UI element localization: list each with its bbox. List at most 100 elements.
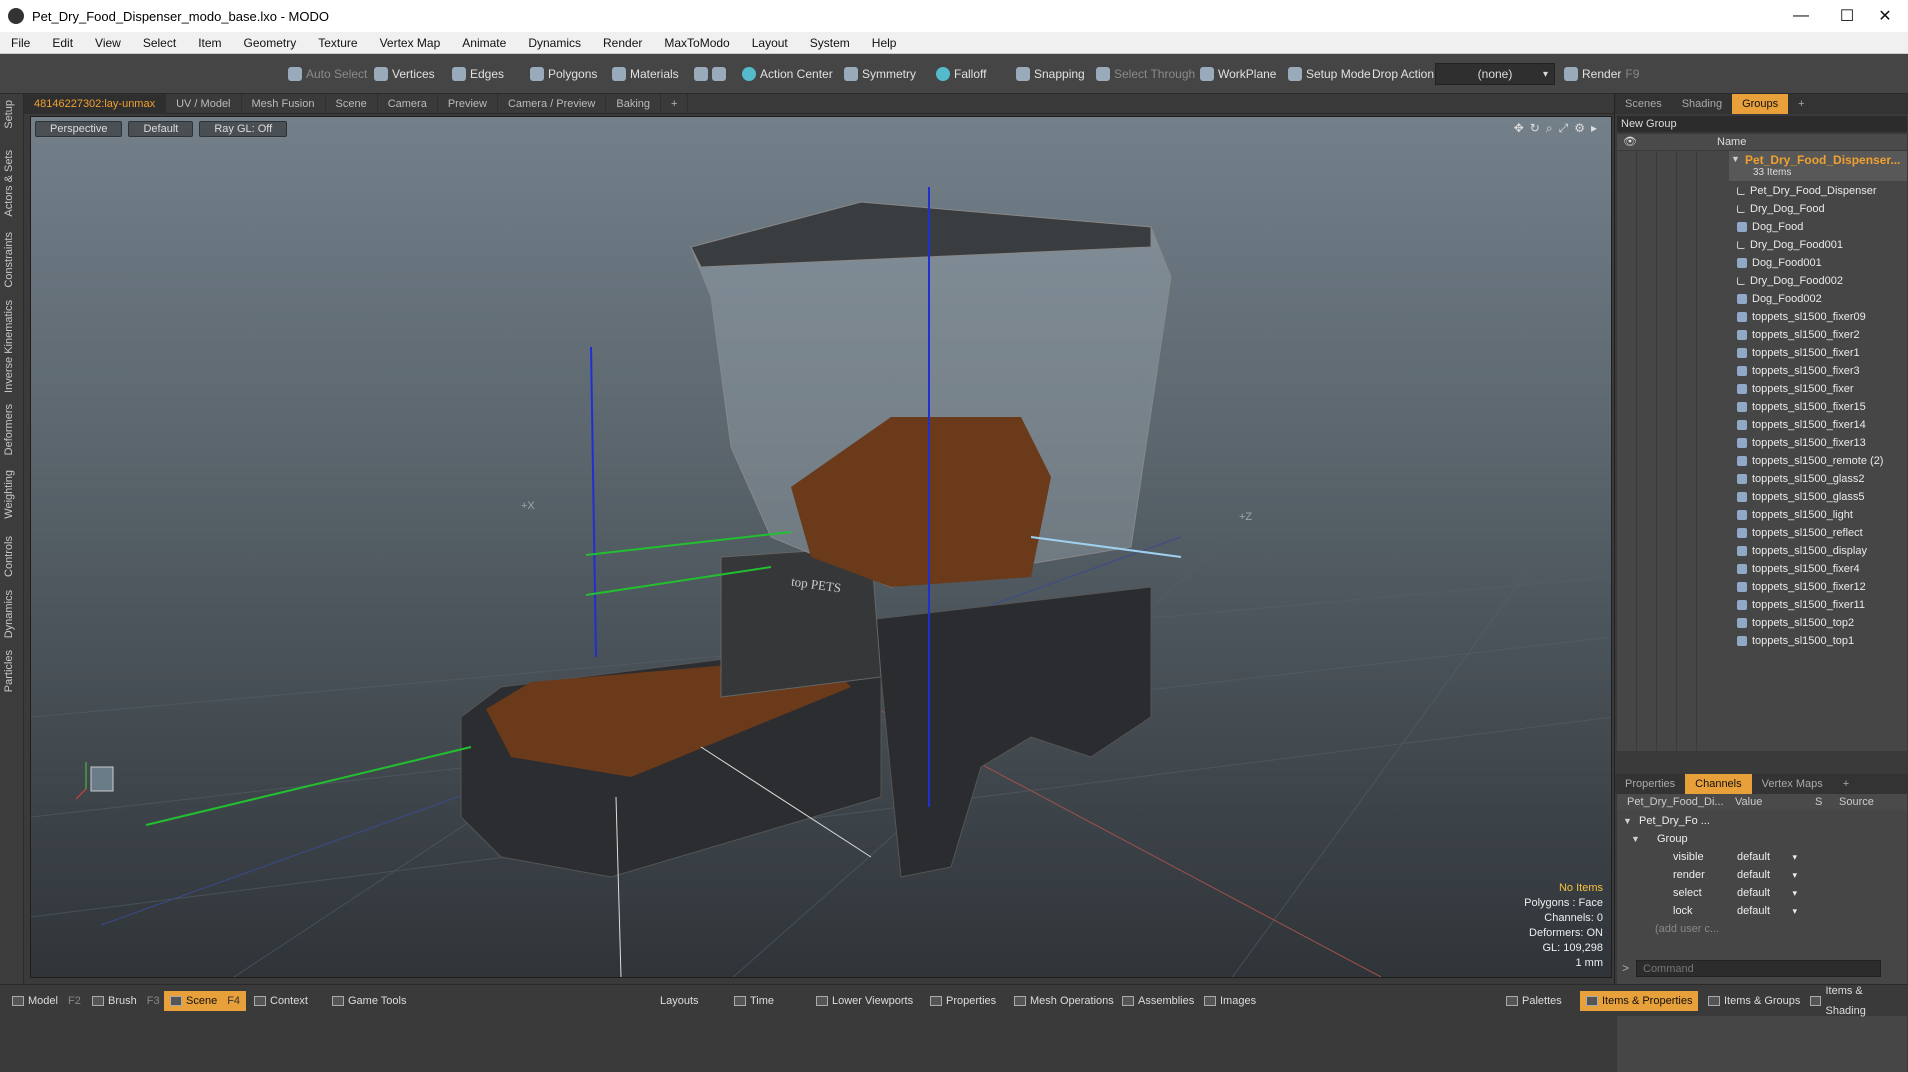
component-mode-button[interactable] — [690, 63, 730, 85]
group-list-item[interactable]: toppets_sl1500_reflect — [1737, 524, 1863, 542]
group-list-item[interactable]: toppets_sl1500_remote (2) — [1737, 452, 1883, 470]
layouts-button[interactable]: Layouts — [654, 991, 705, 1011]
tab-preview[interactable]: Preview — [438, 93, 498, 114]
tab-scenes[interactable]: Scenes — [1615, 94, 1672, 114]
materials-button[interactable]: Materials — [608, 63, 683, 85]
symmetry-button[interactable]: Symmetry — [840, 63, 920, 85]
tab-inverse-kinematics[interactable]: Inverse Kinematics — [3, 300, 15, 393]
channel-row[interactable]: render default — [1617, 866, 1907, 884]
channel-name-column[interactable]: Pet_Dry_Food_Di... — [1627, 794, 1724, 810]
close-button[interactable]: ✕ — [1862, 0, 1908, 32]
add-channel-tab-button[interactable]: + — [1833, 774, 1859, 794]
group-list-item[interactable]: Dry_Dog_Food001 — [1737, 236, 1843, 254]
time-button[interactable]: Time — [728, 991, 780, 1011]
vertices-button[interactable]: Vertices — [370, 63, 439, 85]
model-layout-button[interactable]: Model F2 — [6, 991, 87, 1011]
items-groups-button[interactable]: Items & Groups — [1702, 991, 1806, 1011]
snapping-button[interactable]: Snapping — [1012, 63, 1089, 85]
tab-layout-unmax[interactable]: 48146227302:lay-unmax — [24, 93, 167, 114]
polygons-button[interactable]: Polygons — [526, 63, 601, 85]
menu-select[interactable]: Select — [132, 36, 187, 50]
workplane-button[interactable]: WorkPlane — [1196, 63, 1280, 85]
tab-actors-sets[interactable]: Actors & Sets — [3, 150, 15, 217]
menu-animate[interactable]: Animate — [451, 36, 517, 50]
chevron-right-icon[interactable]: ▸ — [1591, 121, 1597, 136]
group-row-selected[interactable]: ▼ Pet_Dry_Food_Dispenser... 33 Items — [1729, 151, 1907, 181]
group-list-item[interactable]: toppets_sl1500_light — [1737, 506, 1853, 524]
assemblies-button[interactable]: Assemblies — [1116, 991, 1200, 1011]
auto-select-button[interactable]: Auto Select — [284, 63, 371, 85]
add-user-channel[interactable]: (add user c... — [1617, 920, 1907, 938]
menu-render[interactable]: Render — [592, 36, 653, 50]
tab-deformers[interactable]: Deformers — [3, 404, 15, 455]
lower-viewports-button[interactable]: Lower Viewports — [810, 991, 919, 1011]
tab-constraints[interactable]: Constraints — [3, 232, 15, 288]
gear-icon[interactable]: ⚙ — [1574, 121, 1585, 136]
channel-row[interactable]: lock default — [1617, 902, 1907, 920]
tab-setup[interactable]: Setup — [3, 100, 15, 129]
group-list-item[interactable]: toppets_sl1500_fixer11 — [1737, 596, 1865, 614]
menu-vertex-map[interactable]: Vertex Map — [369, 36, 452, 50]
items-shading-button[interactable]: Items & Shading — [1804, 985, 1908, 1017]
s-column[interactable]: S — [1815, 794, 1822, 810]
tab-vertex-maps[interactable]: Vertex Maps — [1752, 774, 1833, 794]
select-through-button[interactable]: Select Through — [1092, 63, 1199, 85]
minimize-button[interactable]: — — [1778, 0, 1824, 32]
tab-groups[interactable]: Groups — [1732, 94, 1789, 114]
group-list-item[interactable]: toppets_sl1500_fixer — [1737, 380, 1854, 398]
menu-item[interactable]: Item — [187, 36, 232, 50]
group-list-item[interactable]: toppets_sl1500_fixer4 — [1737, 560, 1860, 578]
brush-layout-button[interactable]: Brush F3 — [86, 991, 166, 1011]
falloff-button[interactable]: Falloff — [932, 63, 990, 85]
tab-controls[interactable]: Controls — [3, 536, 15, 577]
command-input[interactable] — [1636, 960, 1881, 977]
menu-view[interactable]: View — [84, 36, 132, 50]
menu-texture[interactable]: Texture — [307, 36, 368, 50]
menu-dynamics[interactable]: Dynamics — [517, 36, 592, 50]
lock-select[interactable]: default — [1735, 902, 1801, 920]
tab-shading[interactable]: Shading — [1672, 94, 1732, 114]
add-tab-button[interactable]: + — [661, 93, 689, 114]
channel-row[interactable]: visible default — [1617, 848, 1907, 866]
group-list-item[interactable]: toppets_sl1500_fixer09 — [1737, 308, 1866, 326]
group-list-item[interactable]: toppets_sl1500_fixer2 — [1737, 326, 1860, 344]
group-expand-chevron-icon[interactable]: ▼ — [1731, 154, 1740, 164]
channel-group-row[interactable]: ▼ Group — [1617, 830, 1907, 848]
source-column[interactable]: Source — [1839, 794, 1874, 810]
group-list-item[interactable]: toppets_sl1500_top2 — [1737, 614, 1854, 632]
tab-weighting[interactable]: Weighting — [3, 470, 15, 519]
group-expand-icon[interactable]: ▼ — [1631, 830, 1640, 848]
context-button[interactable]: Context — [248, 991, 314, 1011]
images-button[interactable]: Images — [1198, 991, 1262, 1011]
tab-camera-preview[interactable]: Camera / Preview — [498, 93, 607, 114]
add-panel-tab-button[interactable]: + — [1788, 94, 1814, 114]
render-select[interactable]: default — [1735, 866, 1801, 884]
fit-icon[interactable]: ⤢ — [1559, 121, 1569, 136]
mesh-operations-button[interactable]: Mesh Operations — [1008, 991, 1120, 1011]
group-list-item[interactable]: toppets_sl1500_fixer14 — [1737, 416, 1866, 434]
new-group-button[interactable]: New Group — [1617, 116, 1907, 132]
tab-uv-model[interactable]: UV / Model — [166, 93, 242, 114]
menu-system[interactable]: System — [799, 36, 861, 50]
value-column[interactable]: Value — [1735, 794, 1762, 810]
scene-layout-button[interactable]: Scene F4 — [164, 991, 247, 1011]
menu-help[interactable]: Help — [861, 36, 908, 50]
group-list-item[interactable]: Dog_Food001 — [1737, 254, 1822, 272]
3d-viewport[interactable]: Perspective Default Ray GL: Off ✥ ↻ ⌕ ⤢ … — [30, 116, 1612, 978]
properties-button[interactable]: Properties — [924, 991, 1002, 1011]
group-list-item[interactable]: Dog_Food002 — [1737, 290, 1822, 308]
visible-select[interactable]: default — [1735, 848, 1801, 866]
menu-file[interactable]: File — [0, 36, 41, 50]
name-column-header[interactable]: Name — [1717, 134, 1746, 150]
group-list-item[interactable]: toppets_sl1500_fixer1 — [1737, 344, 1860, 362]
drop-action-select[interactable]: (none) — [1435, 63, 1555, 85]
rotate-icon[interactable]: ↻ — [1530, 121, 1540, 136]
root-expand-icon[interactable]: ▼ — [1623, 812, 1632, 830]
zoom-icon[interactable]: ⌕ — [1546, 121, 1553, 136]
tab-mesh-fusion[interactable]: Mesh Fusion — [242, 93, 326, 114]
group-list-item[interactable]: Dry_Dog_Food — [1737, 200, 1825, 218]
game-tools-button[interactable]: Game Tools — [326, 991, 413, 1011]
menu-layout[interactable]: Layout — [741, 36, 799, 50]
group-list-item[interactable]: Pet_Dry_Food_Dispenser — [1737, 182, 1877, 200]
channel-row[interactable]: select default — [1617, 884, 1907, 902]
